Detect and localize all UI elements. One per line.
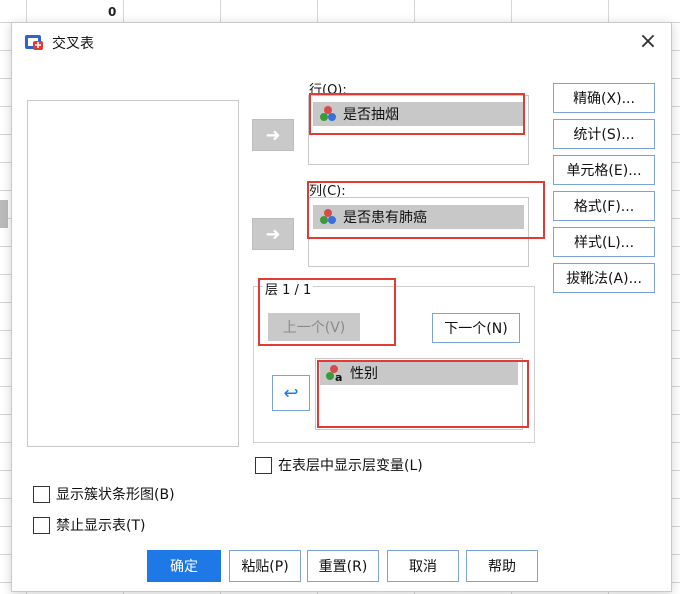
crosstabs-dialog: 交叉表 × ➜ 行(O): 是否抽烟 ➜ 列(C): 是否患有肺癌 层 1 / … <box>11 22 672 592</box>
source-variable-list[interactable] <box>27 100 239 447</box>
show-layer-variables-option[interactable]: 在表层中显示层变量(L) <box>255 455 423 475</box>
help-button[interactable]: 帮助 <box>466 550 538 582</box>
move-to-rows-button[interactable]: ➜ <box>252 119 294 151</box>
row-highlight <box>309 93 525 135</box>
dialog-title: 交叉表 <box>52 36 94 52</box>
arrow-right-icon: ➜ <box>265 223 281 245</box>
title-bar: 交叉表 × <box>12 23 671 61</box>
reset-button[interactable]: 重置(R) <box>307 550 379 582</box>
move-to-columns-button[interactable]: ➜ <box>252 218 294 250</box>
cancel-button[interactable]: 取消 <box>387 550 459 582</box>
arrow-left-icon: ↩ <box>283 382 299 404</box>
suppress-tables-checkbox[interactable] <box>33 516 50 534</box>
exact-button[interactable]: 精确(X)... <box>553 83 655 113</box>
next-layer-button[interactable]: 下一个(N) <box>432 313 520 343</box>
arrow-right-icon: ➜ <box>265 124 281 146</box>
close-icon: × <box>638 29 658 54</box>
sheet-cell-value: 0 <box>108 5 117 19</box>
style-button[interactable]: 样式(L)... <box>553 227 655 257</box>
format-button[interactable]: 格式(F)... <box>553 191 655 221</box>
clustered-bar-chart-checkbox[interactable] <box>33 485 50 503</box>
paste-button[interactable]: 粘贴(P) <box>229 550 301 582</box>
crosstabs-app-icon <box>25 35 43 50</box>
move-to-layer-button[interactable]: ↩ <box>272 375 310 411</box>
show-layer-variables-checkbox[interactable] <box>255 456 272 474</box>
close-button[interactable]: × <box>635 29 661 55</box>
row-header-marker <box>0 200 8 228</box>
cells-button[interactable]: 单元格(E)... <box>553 155 655 185</box>
ok-button[interactable]: 确定 <box>147 550 221 582</box>
bootstrap-button[interactable]: 拔靴法(A)... <box>553 263 655 293</box>
suppress-tables-option[interactable]: 禁止显示表(T) <box>33 515 145 535</box>
layer-variable-highlight <box>317 360 529 428</box>
clustered-bar-chart-option[interactable]: 显示簇状条形图(B) <box>33 484 175 504</box>
statistics-button[interactable]: 统计(S)... <box>553 119 655 149</box>
layer-highlight <box>258 278 396 346</box>
column-highlight <box>307 181 545 239</box>
